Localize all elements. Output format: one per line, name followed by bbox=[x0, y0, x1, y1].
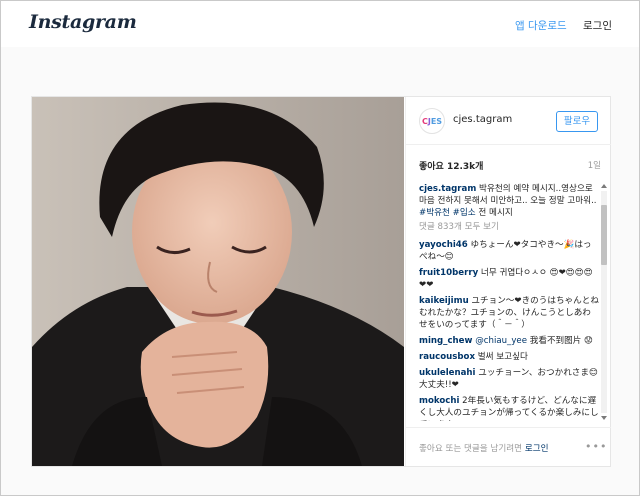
comment-username[interactable]: raucousbox bbox=[419, 352, 475, 362]
post-card: C J ES cjes.tagram 팔로우 좋아요 12.3k개 1일 cjes.… bbox=[31, 96, 611, 467]
comment-item: fruit10berry 너무 귀엽다ㅇㅅㅇ 😍❤😍😍😍❤❤ bbox=[419, 267, 599, 291]
post-footer: 좋아요 또는 댓글을 남기려면 로그인 ••• bbox=[406, 427, 611, 466]
login-prompt-text: 좋아요 또는 댓글을 남기려면 bbox=[419, 444, 523, 454]
profile-avatar[interactable]: C J ES bbox=[419, 108, 445, 134]
comment-item: mokochi 2年長い気もするけど、どんなに遅くし大人のユチョンが帰ってくるか… bbox=[419, 395, 599, 421]
instagram-logo[interactable]: Instagram bbox=[29, 11, 137, 33]
comment-item: yayochi46 ゆちょーん❤タコやき～🎉はっぺね～😊 bbox=[419, 239, 599, 263]
follow-button[interactable]: 팔로우 bbox=[556, 111, 598, 132]
top-navigation-bar: Instagram 앱 다운로드 로그인 bbox=[1, 1, 639, 47]
post-photo-image bbox=[32, 97, 404, 466]
hashtag-link[interactable]: #입소 bbox=[453, 208, 476, 218]
comment-list[interactable]: cjes.tagram 박유천의 예약 메시지..영상으로 마음 전하지 못해서… bbox=[419, 183, 599, 421]
comment-text: 我看不到图片 😟 bbox=[529, 336, 594, 346]
avatar-letter-es: ES bbox=[430, 116, 443, 126]
scroll-thumb[interactable] bbox=[601, 205, 607, 265]
comment-username[interactable]: yayochi46 bbox=[419, 240, 468, 250]
post-username[interactable]: cjes.tagram bbox=[453, 114, 512, 125]
scroll-up-arrow-icon[interactable] bbox=[601, 184, 607, 188]
comment-item: kaikeijimu ユチョン～❤きのうはちゃんとねむれたかな？ユチョンの、けん… bbox=[419, 295, 599, 331]
more-options-icon[interactable]: ••• bbox=[585, 440, 607, 453]
post-photo[interactable] bbox=[32, 97, 404, 466]
login-prompt: 좋아요 또는 댓글을 남기려면 로그인 bbox=[419, 442, 549, 454]
comment-text: 벌써 보고싶다 bbox=[477, 352, 528, 362]
scroll-down-arrow-icon[interactable] bbox=[601, 416, 607, 420]
footer-login-link[interactable]: 로그인 bbox=[525, 444, 549, 454]
app-download-link[interactable]: 앱 다운로드 bbox=[515, 18, 567, 33]
comment-item: ming_chew @chiau_yee 我看不到图片 😟 bbox=[419, 335, 599, 347]
comment-username[interactable]: ukulelenahi bbox=[419, 368, 475, 378]
caption-tail: 전 메시지 bbox=[478, 208, 513, 218]
caption: cjes.tagram 박유천의 예약 메시지..영상으로 마음 전하지 못해서… bbox=[419, 183, 599, 219]
comment-username[interactable]: ming_chew bbox=[419, 336, 472, 346]
caption-username[interactable]: cjes.tagram bbox=[419, 184, 476, 194]
login-link[interactable]: 로그인 bbox=[583, 18, 612, 33]
view-all-comments-link[interactable]: 댓글 833개 모두 보기 bbox=[419, 221, 599, 233]
post-time[interactable]: 1일 bbox=[588, 159, 601, 171]
post-header: C J ES cjes.tagram 팔로우 bbox=[406, 97, 611, 145]
comment-username[interactable]: fruit10berry bbox=[419, 268, 478, 278]
comment-mention[interactable]: @chiau_yee bbox=[475, 336, 527, 346]
comment-item: raucousbox 벌써 보고싶다 bbox=[419, 351, 599, 363]
comment-item: ukulelenahi ユッチョーン、おつかれさま😊大丈夫!!❤ bbox=[419, 367, 599, 391]
post-sidebar: C J ES cjes.tagram 팔로우 좋아요 12.3k개 1일 cjes.… bbox=[405, 97, 611, 466]
likes-row: 좋아요 12.3k개 1일 bbox=[419, 159, 601, 173]
likes-count[interactable]: 좋아요 12.3k개 bbox=[419, 159, 483, 172]
comment-scrollbar[interactable] bbox=[600, 183, 608, 421]
comment-username[interactable]: mokochi bbox=[419, 396, 459, 406]
hashtag-link[interactable]: #박유천 bbox=[419, 208, 450, 218]
comment-username[interactable]: kaikeijimu bbox=[419, 296, 469, 306]
